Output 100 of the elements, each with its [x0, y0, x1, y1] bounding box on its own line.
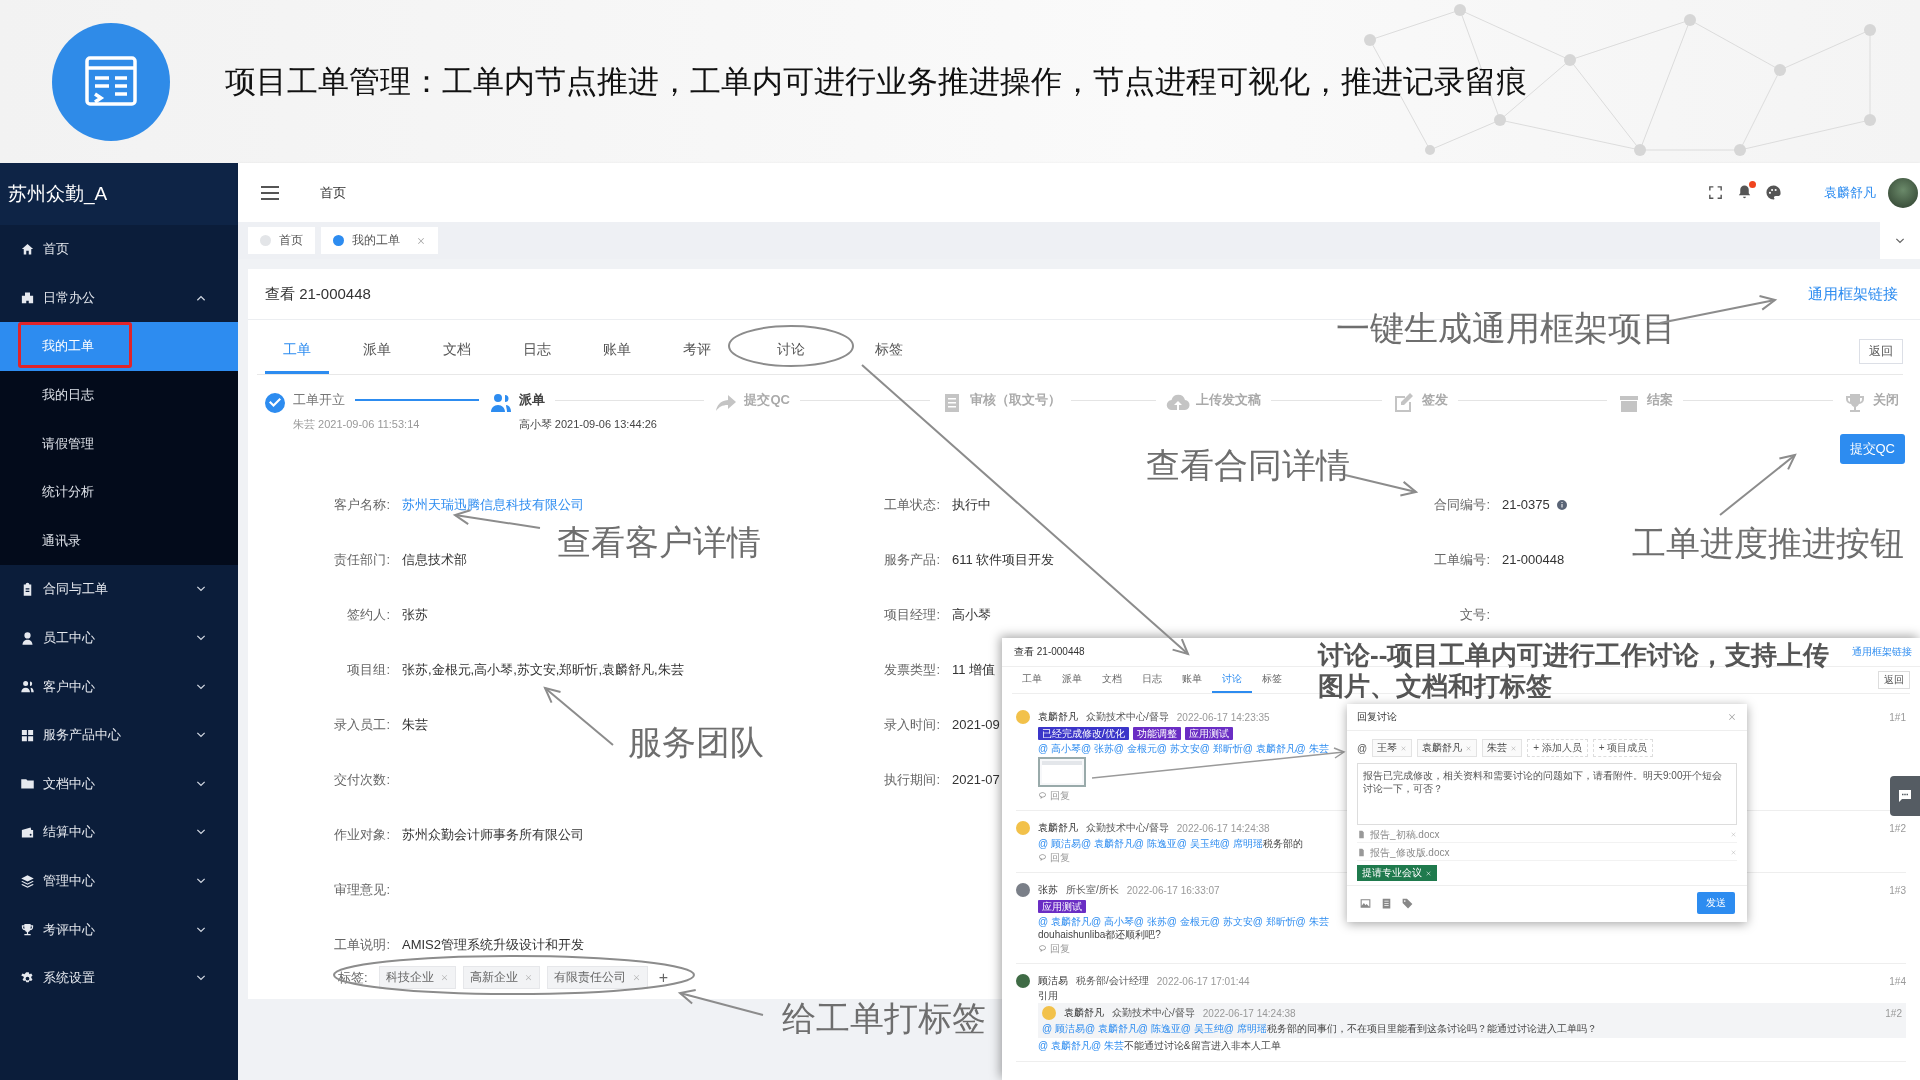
back-button[interactable]: 返回 — [1859, 338, 1903, 364]
close-icon[interactable] — [523, 973, 533, 982]
sidebar-item[interactable]: 文档中心 — [0, 759, 238, 809]
sidebar-item[interactable]: 服务产品中心 — [0, 710, 238, 760]
avatar — [1016, 974, 1030, 988]
tab[interactable]: 账单 — [1172, 667, 1212, 693]
sidebar-item[interactable]: 结算中心 — [0, 808, 238, 857]
tab[interactable]: 工单 — [1012, 667, 1052, 693]
sidebar-item[interactable]: 首页 — [0, 225, 238, 274]
person-chip[interactable]: 袁麟舒凡 — [1417, 739, 1478, 757]
tag-chip[interactable]: 高新企业 — [462, 966, 540, 989]
sidebar-subitem[interactable]: 统计分析 — [0, 467, 238, 517]
author-name: 袁麟舒凡 — [1038, 821, 1078, 835]
comment-tag: 功能调整 — [1132, 727, 1181, 740]
image-icon[interactable] — [1359, 896, 1372, 910]
tab[interactable]: 派单 — [337, 328, 417, 374]
document-icon[interactable] — [1380, 896, 1393, 910]
close-icon[interactable] — [439, 973, 449, 982]
tag-icon[interactable] — [1401, 896, 1414, 910]
tab[interactable]: 标签 — [1252, 667, 1292, 693]
field-label: 审理意见: — [334, 882, 390, 897]
person-chip[interactable]: 朱芸 — [1482, 739, 1523, 757]
close-icon[interactable] — [1510, 744, 1518, 752]
sidebar-subitem[interactable]: 通讯录 — [0, 516, 238, 566]
bell-icon[interactable] — [1736, 184, 1753, 201]
back-button[interactable]: 返回 — [1878, 671, 1910, 689]
close-icon[interactable] — [416, 235, 426, 246]
tab[interactable]: 账单 — [577, 328, 657, 374]
add-person-button[interactable]: + 添加人员 — [1527, 739, 1588, 757]
avatar[interactable] — [1888, 177, 1918, 208]
field-value: AMIS2管理系统升级设计和开发 — [402, 935, 584, 954]
sidebar-item[interactable]: 考评中心 — [0, 905, 238, 954]
tab[interactable]: 日志 — [497, 328, 577, 374]
fullscreen-icon[interactable] — [1707, 184, 1724, 201]
tab[interactable]: 标签 — [849, 328, 929, 374]
field-label: 服务产品: — [884, 552, 940, 567]
field-value: 朱芸 — [402, 715, 428, 734]
comment-tag: 已经完成修改/优化 — [1038, 727, 1129, 740]
close-icon[interactable] — [1730, 831, 1737, 838]
folder-icon — [20, 776, 35, 792]
annotation-text: 一键生成通用框架项目 — [1336, 308, 1676, 348]
step-meta: 朱芸 2021-09-06 11:53:14 — [293, 417, 421, 432]
close-icon[interactable] — [1400, 744, 1408, 752]
step-label: 审核（取文号） — [970, 391, 1062, 409]
close-icon[interactable] — [1425, 869, 1432, 877]
sidebar-item[interactable]: 系统设置 — [0, 953, 238, 1003]
annotation-text: 查看合同详情 — [1146, 445, 1350, 485]
page-tab[interactable]: 我的工单 — [321, 227, 438, 254]
comment-tag: 应用测试 — [1184, 727, 1233, 740]
author-role: 所长室/所长 — [1066, 883, 1119, 897]
framework-link[interactable]: 通用框架链接 — [1852, 645, 1912, 659]
add-person-button[interactable]: + 项目成员 — [1592, 739, 1654, 757]
tag-chip[interactable]: 有限责任公司 — [546, 966, 648, 989]
page-tab[interactable]: 首页 — [248, 227, 315, 254]
customer-link[interactable]: 苏州天瑞迅腾信息科技有限公司 — [402, 495, 584, 514]
sidebar-item[interactable]: 客户中心 — [0, 662, 238, 711]
tab[interactable]: 文档 — [1092, 667, 1132, 693]
sidebar-item[interactable]: 合同与工单 — [0, 565, 238, 614]
tab[interactable]: 讨论 — [1212, 667, 1252, 693]
breadcrumb[interactable]: 首页 — [320, 183, 346, 202]
tab[interactable]: 工单 — [265, 328, 329, 374]
chat-button[interactable] — [1890, 776, 1920, 816]
layers-icon — [20, 873, 35, 889]
close-icon[interactable] — [1730, 849, 1737, 856]
dialog-title: 回复讨论 — [1357, 710, 1397, 724]
author-name: 袁麟舒凡 — [1064, 1006, 1104, 1020]
file-name[interactable]: 报告_修改版.docx — [1370, 845, 1450, 860]
image-thumbnail[interactable] — [1038, 757, 1086, 787]
sidebar-subitem[interactable]: 请假管理 — [0, 419, 238, 468]
sidebar-subitem[interactable]: 我的日志 — [0, 370, 238, 420]
tab[interactable]: 考评 — [657, 328, 737, 374]
tab[interactable]: 派单 — [1052, 667, 1092, 693]
file-name[interactable]: 报告_初稿.docx — [1370, 827, 1440, 842]
message-field[interactable]: 报告已完成修改，相关资料和需要讨论的问题如下，请看附件。明天9:00开个短会讨论一下，可否？ — [1357, 763, 1737, 825]
message-tag[interactable]: 提请专业会议 — [1357, 865, 1437, 881]
person-chip[interactable]: 王琴 — [1372, 739, 1413, 757]
field-label: 工单状态: — [884, 497, 940, 512]
field-value: 21-000448 — [1502, 552, 1565, 567]
tag-chip[interactable]: 科技企业 — [378, 966, 456, 989]
field-value: 2021-09 — [952, 717, 1000, 732]
close-icon[interactable] — [1465, 744, 1473, 752]
user-name[interactable]: 袁麟舒凡 — [1824, 183, 1876, 202]
sidebar-item[interactable]: 管理中心 — [0, 856, 238, 906]
field-value: 苏州众勤会计师事务所有限公司 — [402, 825, 584, 844]
users-icon — [20, 679, 35, 695]
close-icon[interactable] — [1727, 712, 1737, 722]
page-title: 查看 21-000448 — [1014, 645, 1085, 659]
palette-icon[interactable] — [1765, 184, 1782, 201]
sidebar-item[interactable]: 员工中心 — [0, 613, 238, 663]
framework-link[interactable]: 通用框架链接 — [1808, 284, 1898, 304]
info-icon[interactable] — [1555, 498, 1568, 511]
trophy-icon — [20, 922, 35, 938]
tab[interactable]: 讨论 — [751, 328, 831, 374]
field-label: 项目组: — [347, 662, 390, 677]
sidebar-item[interactable]: 日常办公 — [0, 273, 238, 323]
add-tag-button[interactable]: + — [654, 968, 672, 987]
tab[interactable]: 日志 — [1132, 667, 1172, 693]
close-icon[interactable] — [631, 973, 641, 982]
comment-text: @ 顾洁易@ 袁麟舒凡@ 陈逸亚@ 吴玉纯@ 席明瑶税务部的同事们，不在项目里能看到这条讨论吗？能通过讨论进入工单吗？ — [1042, 1022, 1598, 1035]
tab[interactable]: 文档 — [417, 328, 497, 374]
